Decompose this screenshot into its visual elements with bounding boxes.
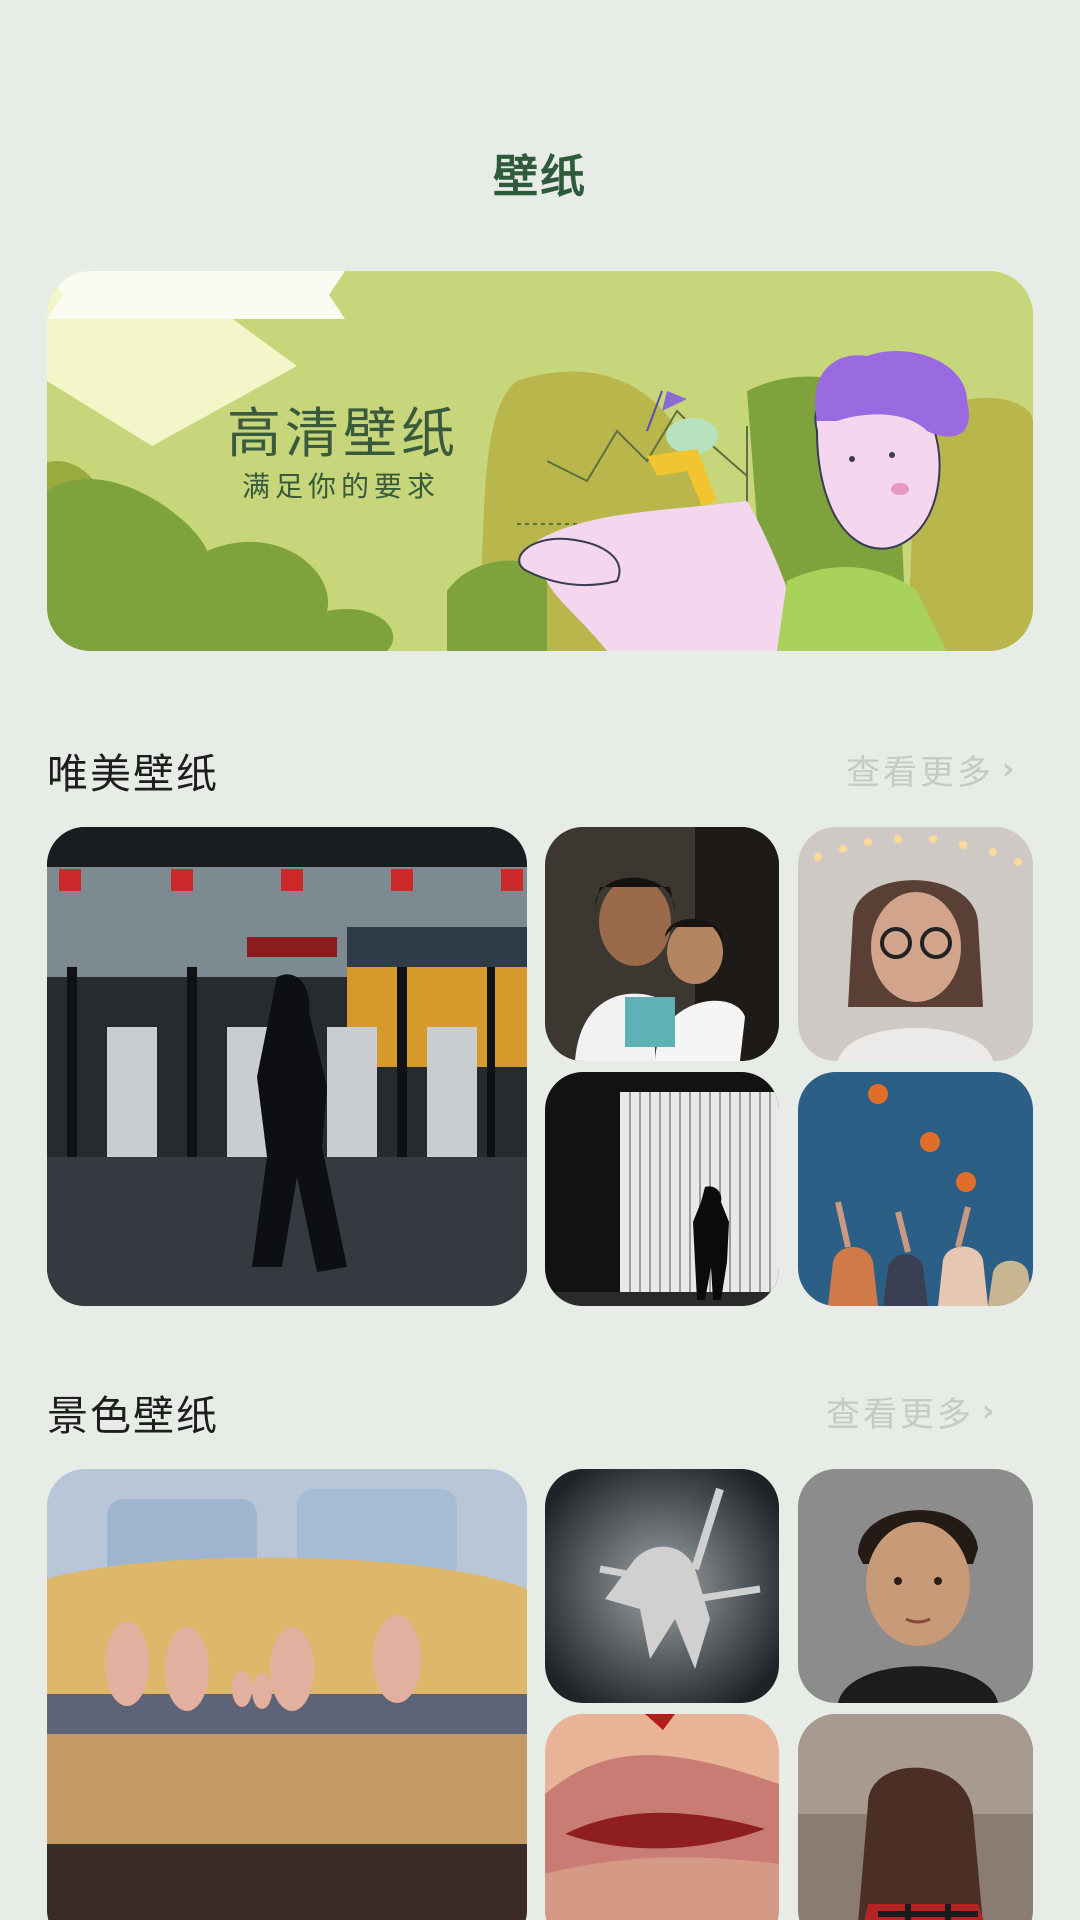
chevron-right-icon: ›	[982, 1394, 998, 1429]
view-more-scenery[interactable]: 查看更多 ›	[826, 1387, 997, 1436]
wallpaper-man-light-wall[interactable]	[545, 1072, 779, 1306]
dancers-photo	[545, 1469, 779, 1703]
wallpaper-feet-blanket[interactable]	[47, 1469, 527, 1920]
train-station-photo	[47, 827, 527, 1306]
view-more-aesthetic[interactable]: 查看更多 ›	[846, 745, 1017, 794]
chevron-right-icon: ›	[1002, 752, 1018, 787]
section-title-scenery: 景色壁纸	[47, 1392, 219, 1440]
wallpaper-lips[interactable]	[545, 1714, 779, 1920]
wallpaper-page: 壁纸 高清壁纸 满足你的要求 唯美壁纸 查看更多 › 景色壁纸 查看更多 ›	[0, 0, 1080, 1920]
banner-title: 高清壁纸	[227, 402, 459, 465]
wallpaper-train-station[interactable]	[47, 827, 527, 1306]
view-more-label: 查看更多	[846, 753, 994, 793]
friends-oranges-photo	[798, 1072, 1033, 1306]
woman-glasses-photo	[798, 827, 1033, 1061]
man-light-wall-photo	[545, 1072, 779, 1306]
wallpaper-oranges[interactable]	[798, 1072, 1033, 1306]
young-man-photo	[798, 1469, 1033, 1703]
page-title: 壁纸	[492, 150, 587, 203]
wallpaper-dancers[interactable]	[545, 1469, 779, 1703]
hd-wallpaper-banner[interactable]: 高清壁纸 满足你的要求	[47, 271, 1033, 651]
lips-text-photo	[545, 1714, 779, 1920]
wallpaper-girl-hair[interactable]	[798, 1714, 1033, 1920]
banner-ribbon	[47, 271, 345, 319]
feet-blanket-photo	[47, 1469, 527, 1920]
section-title-aesthetic: 唯美壁纸	[47, 750, 219, 798]
girl-hair-photo	[798, 1714, 1033, 1920]
view-more-label: 查看更多	[826, 1395, 974, 1435]
banner-illustration	[47, 271, 1033, 651]
mother-child-photo	[545, 827, 779, 1061]
wallpaper-young-man[interactable]	[798, 1469, 1033, 1703]
banner-subtitle: 满足你的要求	[241, 470, 440, 503]
wallpaper-woman-glasses[interactable]	[798, 827, 1033, 1061]
wallpaper-mother-child[interactable]	[545, 827, 779, 1061]
